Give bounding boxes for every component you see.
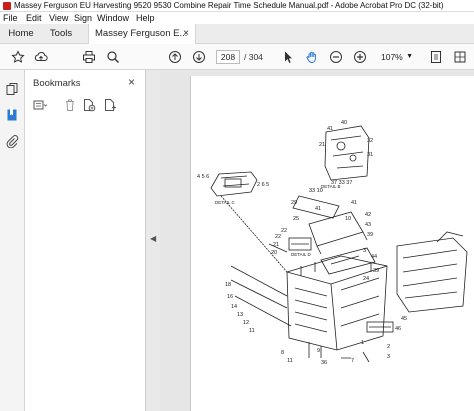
svg-text:39: 39 bbox=[373, 268, 379, 274]
svg-text:10: 10 bbox=[345, 216, 351, 222]
fit-page-icon[interactable] bbox=[428, 49, 444, 65]
zoom-in-icon[interactable] bbox=[352, 49, 368, 65]
svg-text:41: 41 bbox=[315, 206, 321, 212]
toolbar: 208 / 304 107% ▼ bbox=[0, 44, 474, 70]
menu-file[interactable]: File bbox=[3, 13, 18, 23]
search-icon[interactable] bbox=[105, 49, 121, 65]
menu-bar: File Edit View Sign Window Help bbox=[0, 12, 474, 24]
svg-text:2: 2 bbox=[387, 344, 390, 350]
zoom-out-icon[interactable] bbox=[328, 49, 344, 65]
svg-text:8: 8 bbox=[281, 350, 284, 356]
svg-text:36: 36 bbox=[321, 360, 327, 366]
window-title: Massey Ferguson EU Harvesting 9520 9530 … bbox=[14, 1, 444, 10]
new-bookmark-icon[interactable] bbox=[82, 98, 96, 112]
page-up-icon[interactable] bbox=[167, 49, 183, 65]
upload-icon[interactable] bbox=[33, 49, 49, 65]
svg-text:1: 1 bbox=[361, 340, 364, 346]
svg-text:39: 39 bbox=[367, 232, 373, 238]
tab-bar: Home Tools Massey Ferguson E... × bbox=[0, 24, 474, 45]
left-navigation-rail bbox=[0, 70, 25, 411]
svg-text:24: 24 bbox=[363, 276, 369, 282]
svg-text:4 5 6: 4 5 6 bbox=[197, 174, 209, 180]
svg-text:14: 14 bbox=[231, 304, 237, 310]
svg-text:41: 41 bbox=[327, 126, 333, 132]
page-total: / 304 bbox=[244, 52, 263, 62]
svg-text:12: 12 bbox=[243, 320, 249, 326]
svg-text:43: 43 bbox=[365, 222, 371, 228]
menu-view[interactable]: View bbox=[49, 13, 68, 23]
bookmarks-title: Bookmarks bbox=[33, 78, 81, 89]
svg-text:25: 25 bbox=[293, 216, 299, 222]
chevron-down-icon: ▼ bbox=[406, 53, 413, 60]
copy-pages-icon[interactable] bbox=[5, 82, 19, 96]
close-panel-icon[interactable]: × bbox=[128, 75, 135, 89]
acrobat-app-icon bbox=[3, 2, 11, 10]
svg-text:3: 3 bbox=[387, 354, 390, 360]
tab-home[interactable]: Home bbox=[4, 24, 38, 44]
svg-text:18: 18 bbox=[225, 282, 231, 288]
attachment-icon[interactable] bbox=[5, 134, 19, 149]
svg-text:2 6 5: 2 6 5 bbox=[257, 182, 269, 188]
svg-text:11: 11 bbox=[249, 328, 255, 334]
svg-text:45: 45 bbox=[401, 316, 407, 322]
svg-text:22: 22 bbox=[281, 228, 287, 234]
menu-window[interactable]: Window bbox=[97, 13, 129, 23]
bookmark-icon[interactable] bbox=[5, 108, 19, 122]
bookmarks-panel: Bookmarks × bbox=[25, 70, 146, 411]
svg-text:21: 21 bbox=[319, 142, 325, 148]
select-arrow-icon[interactable] bbox=[280, 49, 296, 65]
svg-text:21: 21 bbox=[273, 242, 279, 248]
star-icon[interactable] bbox=[10, 49, 26, 65]
menu-sign[interactable]: Sign bbox=[74, 13, 92, 23]
title-bar: Massey Ferguson EU Harvesting 9520 9530 … bbox=[0, 0, 474, 12]
svg-text:40: 40 bbox=[341, 120, 347, 126]
menu-edit[interactable]: Edit bbox=[26, 13, 42, 23]
svg-text:46: 46 bbox=[395, 326, 401, 332]
svg-text:DETAIL D: DETAIL D bbox=[291, 252, 312, 257]
pdf-page: 4 5 6 2 6 5 41 40 21 32 31 37 33 37 33 1… bbox=[190, 76, 474, 411]
collapse-panel-icon[interactable]: ◀ bbox=[150, 234, 156, 243]
svg-text:22: 22 bbox=[275, 234, 281, 240]
zoom-level-select[interactable]: 107% ▼ bbox=[373, 50, 413, 64]
svg-text:32: 32 bbox=[367, 138, 373, 144]
svg-text:31: 31 bbox=[367, 152, 373, 158]
svg-text:29: 29 bbox=[291, 200, 297, 206]
svg-text:20: 20 bbox=[271, 250, 277, 256]
print-icon[interactable] bbox=[81, 49, 97, 65]
svg-text:11: 11 bbox=[287, 358, 293, 364]
expand-bookmark-icon[interactable] bbox=[103, 98, 117, 112]
svg-text:16: 16 bbox=[227, 294, 233, 300]
tab-document-label: Massey Ferguson E... bbox=[95, 28, 188, 39]
svg-text:9: 9 bbox=[317, 348, 320, 354]
svg-text:44: 44 bbox=[371, 254, 377, 260]
tab-document[interactable]: Massey Ferguson E... × bbox=[88, 24, 196, 45]
panel-splitter[interactable]: ◀ bbox=[146, 70, 160, 411]
scroll-mode-icon[interactable] bbox=[452, 49, 468, 65]
exploded-parts-diagram: 4 5 6 2 6 5 41 40 21 32 31 37 33 37 33 1… bbox=[197, 120, 468, 366]
document-viewport[interactable]: 4 5 6 2 6 5 41 40 21 32 31 37 33 37 33 1… bbox=[160, 70, 474, 411]
close-tab-icon[interactable]: × bbox=[183, 24, 189, 44]
svg-text:7: 7 bbox=[351, 358, 354, 364]
svg-text:13: 13 bbox=[237, 312, 243, 318]
svg-text:DETAIL B: DETAIL B bbox=[321, 184, 341, 189]
svg-text:3: 3 bbox=[363, 248, 366, 254]
hand-icon[interactable] bbox=[304, 49, 320, 65]
svg-text:DETAIL C: DETAIL C bbox=[215, 200, 236, 205]
zoom-level-value: 107% bbox=[381, 52, 403, 62]
page-down-icon[interactable] bbox=[191, 49, 207, 65]
svg-text:42: 42 bbox=[365, 212, 371, 218]
delete-icon[interactable] bbox=[63, 98, 77, 112]
menu-help[interactable]: Help bbox=[136, 13, 155, 23]
svg-text:41: 41 bbox=[351, 200, 357, 206]
page-number-input[interactable]: 208 bbox=[216, 50, 240, 64]
tab-tools[interactable]: Tools bbox=[44, 24, 78, 44]
options-menu-icon[interactable] bbox=[33, 98, 48, 112]
